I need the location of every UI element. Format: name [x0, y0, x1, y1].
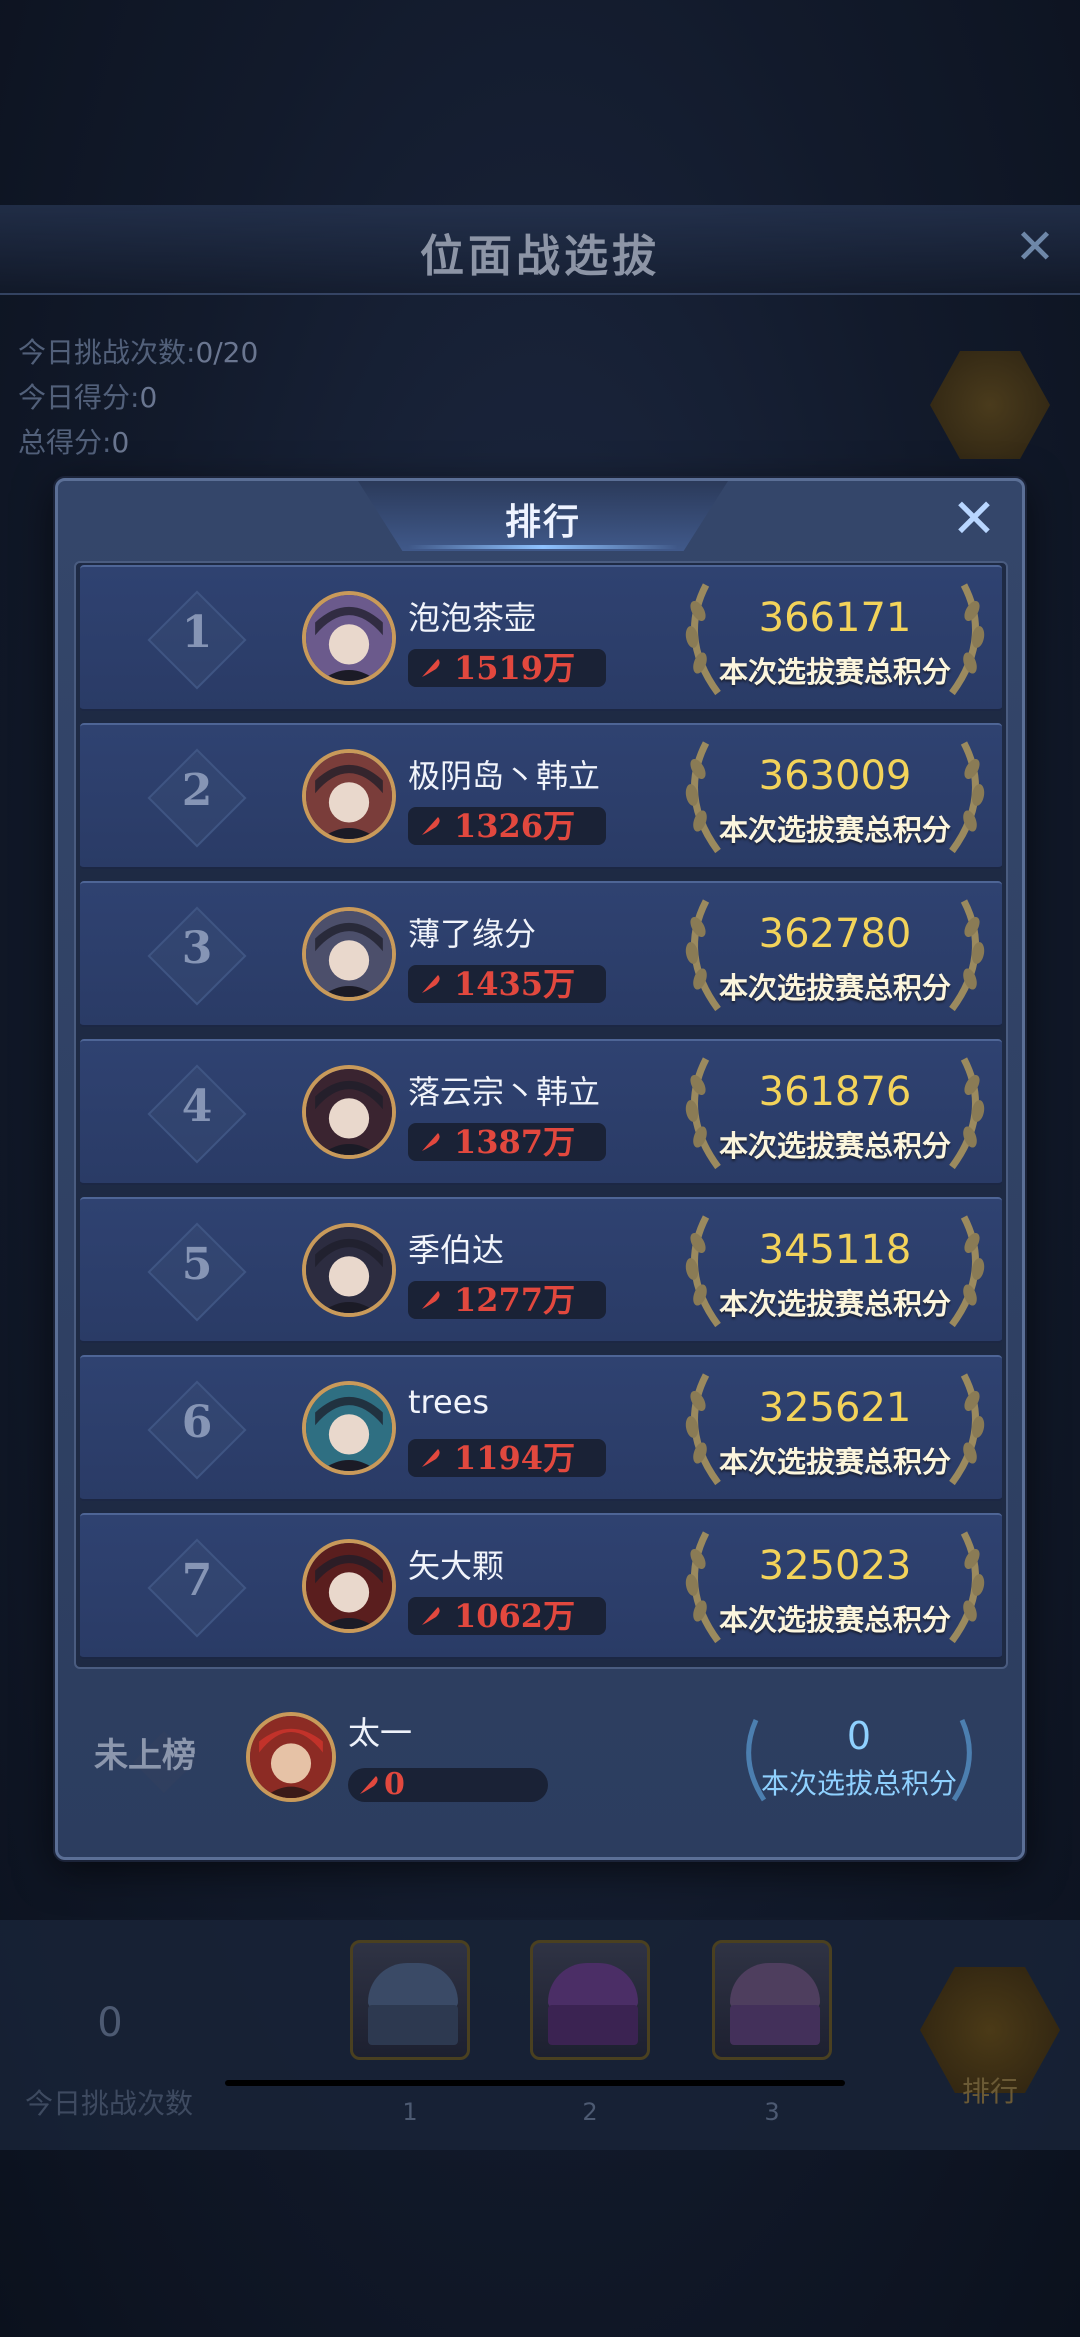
self-avatar[interactable]: [246, 1712, 336, 1802]
player-name: 薄了缘分: [408, 915, 537, 953]
power-pill: 1435万: [408, 965, 606, 1003]
score-label: 本次选拔赛总积分: [718, 813, 951, 847]
player-power: 1194万: [454, 1439, 576, 1477]
close-icon[interactable]: ✕: [948, 492, 1000, 547]
player-avatar[interactable]: [302, 1065, 396, 1159]
player-power: 1387万: [454, 1123, 576, 1161]
rank-number: 3: [181, 923, 213, 974]
power-feather-icon: [422, 817, 440, 835]
player-power: 1277万: [454, 1281, 576, 1319]
player-avatar[interactable]: [302, 907, 396, 1001]
player-score: 366171: [758, 595, 912, 641]
self-rank-row: 未上榜 太一 0 0 本次选拔总积分: [74, 1686, 1008, 1836]
player-name: 极阴岛丶韩立: [408, 757, 601, 795]
ranking-list[interactable]: 1 泡泡茶壶 1519万 366171 本次选拔赛总积分 2 极阴岛丶韩立 13…: [74, 561, 1008, 1669]
rank-number: 2: [181, 765, 213, 816]
background-close-icon[interactable]: ✕: [1010, 222, 1060, 272]
today-count-label: 今日挑战次数: [25, 2087, 194, 2120]
self-power-pill: 0: [348, 1768, 548, 1802]
rank-number: 5: [181, 1239, 213, 1290]
rank-row[interactable]: 2 极阴岛丶韩立 1326万 363009 本次选拔赛总积分: [80, 723, 1002, 869]
power-pill: 1277万: [408, 1281, 606, 1319]
player-score: 345118: [758, 1227, 912, 1273]
rank-row[interactable]: 6 trees 1194万 325621 本次选拔赛总积分: [80, 1355, 1002, 1501]
chest-1-button[interactable]: [350, 1940, 470, 2060]
chest-2-button[interactable]: [530, 1940, 650, 2060]
background-stats: 今日挑战次数:0/20 今日得分:0 总得分:0: [18, 330, 258, 465]
stat-challenge-count: 今日挑战次数:0/20: [18, 336, 259, 369]
player-name: 落云宗丶韩立: [408, 1073, 601, 1111]
power-feather-icon: [422, 1133, 440, 1151]
player-power: 1326万: [454, 807, 576, 845]
power-feather-icon: [422, 659, 440, 677]
home-indicator[interactable]: [225, 2080, 845, 2086]
rank-number: 1: [181, 607, 213, 658]
player-name: 矢大颗: [408, 1547, 505, 1585]
self-score: 0: [846, 1714, 872, 1758]
score-label: 本次选拔赛总积分: [718, 1445, 951, 1479]
player-avatar[interactable]: [302, 1539, 396, 1633]
player-power: 1435万: [454, 965, 576, 1003]
score-label: 本次选拔赛总积分: [718, 1129, 951, 1163]
player-avatar[interactable]: [302, 749, 396, 843]
self-rank-text: 未上榜: [94, 1736, 196, 1776]
chest-3-button[interactable]: [712, 1940, 832, 2060]
score-label: 本次选拔赛总积分: [718, 1603, 951, 1637]
self-name: 太一: [348, 1714, 413, 1752]
chest-icon: [730, 1963, 820, 2008]
modal-title: 排行: [504, 501, 581, 543]
score-label: 本次选拔赛总积分: [718, 655, 951, 689]
player-score: 362780: [758, 911, 912, 957]
player-power: 1062万: [454, 1597, 576, 1635]
self-score-label: 本次选拔总积分: [760, 1767, 957, 1800]
rank-row[interactable]: 5 季伯达 1277万 345118 本次选拔赛总积分: [80, 1197, 1002, 1343]
rank-row[interactable]: 1 泡泡茶壶 1519万 366171 本次选拔赛总积分: [80, 565, 1002, 711]
ranking-modal: 排行 ✕ 1 泡泡茶壶 1519万 366171 本次选拔赛总积分 2 极阴岛丶…: [55, 478, 1025, 1860]
power-feather-icon: [422, 1291, 440, 1309]
chest-icon: [548, 1963, 638, 2008]
player-avatar[interactable]: [302, 1381, 396, 1475]
bottom-rank-label: 排行: [961, 2075, 1018, 2108]
player-score: 363009: [758, 753, 912, 799]
power-pill: 1387万: [408, 1123, 606, 1161]
power-pill: 1326万: [408, 807, 606, 845]
rank-number: 4: [181, 1081, 213, 1132]
player-name: 季伯达: [408, 1231, 505, 1269]
chest-2-label: 2: [582, 2098, 598, 2126]
power-feather-icon: [360, 1776, 378, 1794]
player-score: 325621: [758, 1385, 912, 1431]
score-label: 本次选拔赛总积分: [718, 1287, 951, 1321]
rank-number: 7: [181, 1555, 213, 1606]
chest-icon: [368, 1963, 458, 2008]
player-avatar[interactable]: [302, 591, 396, 685]
score-label: 本次选拔赛总积分: [718, 971, 951, 1005]
power-pill: 1194万: [408, 1439, 606, 1477]
power-pill: 1519万: [408, 649, 606, 687]
player-avatar[interactable]: [302, 1223, 396, 1317]
rank-number: 6: [181, 1397, 213, 1448]
rank-row[interactable]: 4 落云宗丶韩立 1387万 361876 本次选拔赛总积分: [80, 1039, 1002, 1185]
player-power: 1519万: [454, 649, 576, 687]
chest-1-label: 1: [402, 2098, 418, 2126]
power-feather-icon: [422, 1607, 440, 1625]
stat-today-score: 今日得分:0: [18, 381, 158, 414]
background-title: 位面战选拔: [420, 231, 660, 282]
player-score: 361876: [758, 1069, 912, 1115]
chest-3-label: 3: [764, 2098, 780, 2126]
power-feather-icon: [422, 1449, 440, 1467]
rank-row[interactable]: 7 矢大颗 1062万 325023 本次选拔赛总积分: [80, 1513, 1002, 1659]
player-name: trees: [408, 1383, 490, 1421]
rank-row[interactable]: 3 薄了缘分 1435万 362780 本次选拔赛总积分: [80, 881, 1002, 1027]
player-name: 泡泡茶壶: [408, 599, 537, 637]
player-score: 325023: [758, 1543, 912, 1589]
power-pill: 1062万: [408, 1597, 606, 1635]
self-power: 0: [384, 1767, 405, 1802]
power-feather-icon: [422, 975, 440, 993]
stat-total-score: 总得分:0: [18, 426, 130, 459]
